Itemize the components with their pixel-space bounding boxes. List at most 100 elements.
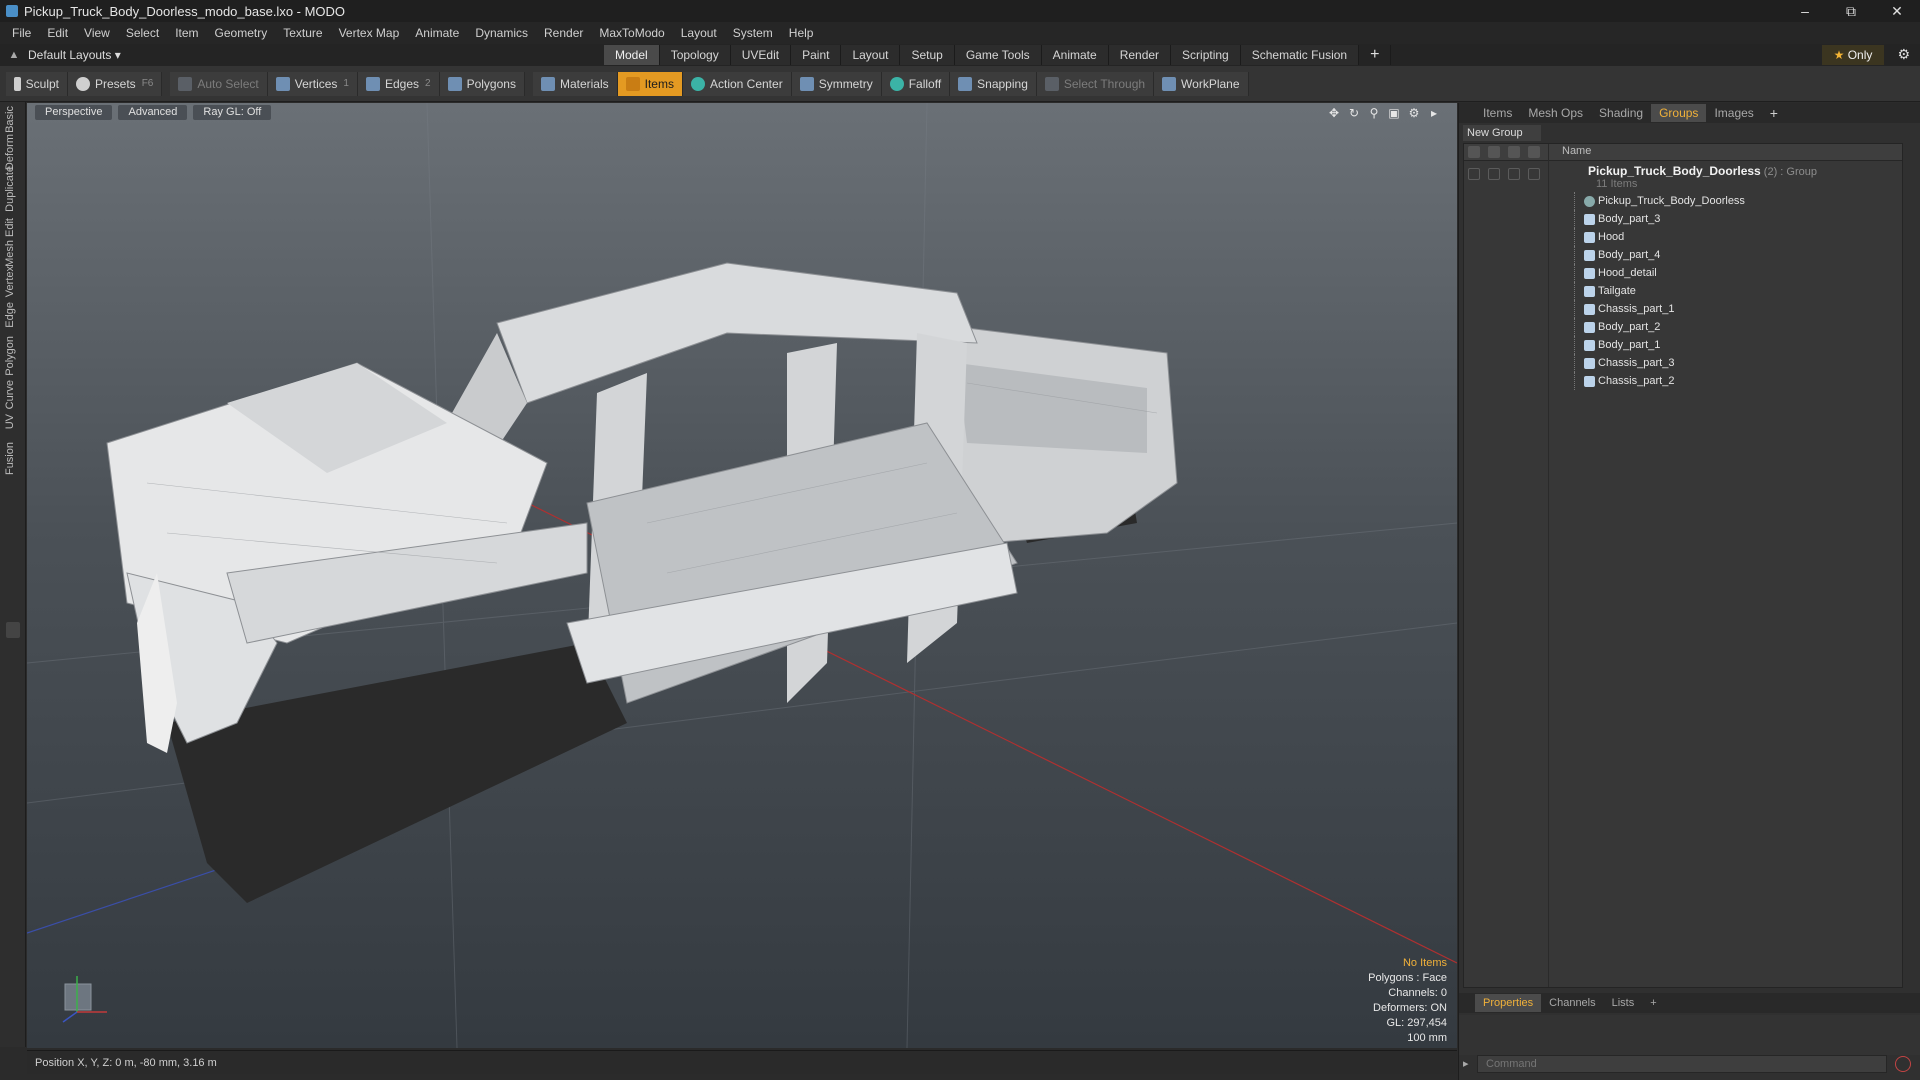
bottom-tab-channels[interactable]: Channels bbox=[1541, 994, 1603, 1012]
expand-arrow-icon[interactable]: ▸ bbox=[1427, 106, 1441, 120]
action-center-button[interactable]: Action Center bbox=[682, 71, 792, 96]
tree-item[interactable]: Chassis_part_3 bbox=[1464, 354, 1902, 372]
menu-texture[interactable]: Texture bbox=[275, 22, 330, 44]
perspective-menu[interactable]: Perspective bbox=[35, 105, 113, 120]
left-tab-vertex[interactable]: Vertex bbox=[4, 266, 22, 297]
panel-tab-groups[interactable]: Groups bbox=[1651, 104, 1707, 122]
select-through-button[interactable]: Select Through bbox=[1036, 71, 1155, 96]
layout-tab-model[interactable]: Model bbox=[604, 45, 660, 65]
add-layout-tab-button[interactable]: + bbox=[1359, 45, 1392, 65]
minimize-button[interactable]: – bbox=[1782, 0, 1828, 22]
layout-tab-topology[interactable]: Topology bbox=[659, 45, 731, 65]
layout-tab-layout[interactable]: Layout bbox=[841, 45, 901, 65]
palette-toggle-icon[interactable] bbox=[6, 622, 20, 638]
fit-icon[interactable]: ▣ bbox=[1387, 106, 1401, 120]
items-button[interactable]: Items bbox=[617, 71, 683, 96]
menu-edit[interactable]: Edit bbox=[39, 22, 76, 44]
tree-item[interactable]: Hood_detail bbox=[1464, 264, 1902, 282]
add-panel-tab-button[interactable]: + bbox=[1762, 104, 1786, 122]
menu-system[interactable]: System bbox=[725, 22, 781, 44]
name-column-header[interactable]: Name bbox=[1562, 145, 1591, 157]
tree-item[interactable]: Pickup_Truck_Body_Doorless bbox=[1464, 192, 1902, 210]
bottom-tab-properties[interactable]: Properties bbox=[1475, 994, 1542, 1012]
menu-geometry[interactable]: Geometry bbox=[207, 22, 276, 44]
close-button[interactable]: ✕ bbox=[1874, 0, 1920, 22]
vertices-button[interactable]: Vertices 1 bbox=[267, 71, 358, 96]
snapping-button[interactable]: Snapping bbox=[950, 71, 1037, 96]
left-tab-mesh-edit[interactable]: Mesh Edit bbox=[4, 218, 22, 267]
new-group-button[interactable]: New Group bbox=[1463, 125, 1541, 141]
group-render-icon[interactable] bbox=[1488, 168, 1500, 180]
left-tab-fusion[interactable]: Fusion bbox=[4, 442, 22, 475]
menu-view[interactable]: View bbox=[76, 22, 118, 44]
sculpt-button[interactable]: Sculpt bbox=[6, 71, 68, 96]
group-row[interactable]: Pickup_Truck_Body_Doorless (2) : Group 1… bbox=[1464, 162, 1902, 192]
layout-tab-uvedit[interactable]: UVEdit bbox=[730, 45, 792, 65]
command-input[interactable] bbox=[1477, 1055, 1887, 1073]
menu-file[interactable]: File bbox=[4, 22, 39, 44]
tree-item[interactable]: Body_part_2 bbox=[1464, 318, 1902, 336]
tree-item[interactable]: Body_part_1 bbox=[1464, 336, 1902, 354]
presets-button[interactable]: Presets F6 bbox=[68, 71, 163, 96]
layout-tab-scripting[interactable]: Scripting bbox=[1171, 45, 1241, 65]
left-tab-uv[interactable]: UV bbox=[4, 414, 22, 429]
menu-help[interactable]: Help bbox=[781, 22, 822, 44]
tree-item[interactable]: Body_part_4 bbox=[1464, 246, 1902, 264]
menu-maxtomodo[interactable]: MaxToModo bbox=[591, 22, 672, 44]
menu-animate[interactable]: Animate bbox=[407, 22, 467, 44]
panel-tab-mesh-ops[interactable]: Mesh Ops bbox=[1520, 104, 1591, 122]
only-button[interactable]: ★ Only bbox=[1822, 45, 1884, 65]
tree-item[interactable]: Chassis_part_2 bbox=[1464, 372, 1902, 390]
symmetry-button[interactable]: Symmetry bbox=[791, 71, 882, 96]
bottom-tab-lists[interactable]: Lists bbox=[1604, 994, 1643, 1012]
left-tab-duplicate[interactable]: Duplicate bbox=[4, 166, 22, 212]
render-column-icon[interactable] bbox=[1488, 146, 1500, 158]
menu-vertex-map[interactable]: Vertex Map bbox=[331, 22, 408, 44]
left-tab-edge[interactable]: Edge bbox=[4, 302, 22, 328]
zoom-icon[interactable]: ⚲ bbox=[1367, 106, 1381, 120]
raygl-menu[interactable]: Ray GL: Off bbox=[193, 105, 272, 120]
panel-tab-items[interactable]: Items bbox=[1475, 104, 1520, 122]
tree-item[interactable]: Chassis_part_1 bbox=[1464, 300, 1902, 318]
auto-select-button[interactable]: Auto Select bbox=[170, 71, 268, 96]
layout-tab-render[interactable]: Render bbox=[1108, 45, 1172, 65]
tree-item[interactable]: Tailgate bbox=[1464, 282, 1902, 300]
lock-column-icon[interactable] bbox=[1508, 146, 1520, 158]
menu-item[interactable]: Item bbox=[167, 22, 206, 44]
falloff-button[interactable]: Falloff bbox=[881, 71, 951, 96]
select-column-icon[interactable] bbox=[1528, 146, 1540, 158]
polygons-button[interactable]: Polygons bbox=[439, 71, 525, 96]
3d-viewport[interactable]: Perspective Advanced Ray GL: Off ✥ ↻ ⚲ ▣… bbox=[27, 103, 1457, 1048]
left-tab-basic[interactable]: Basic bbox=[4, 106, 22, 133]
layout-tab-paint[interactable]: Paint bbox=[791, 45, 842, 65]
tree-item[interactable]: Body_part_3 bbox=[1464, 210, 1902, 228]
left-tab-curve[interactable]: Curve bbox=[4, 380, 22, 409]
tree-item[interactable]: Hood bbox=[1464, 228, 1902, 246]
menu-render[interactable]: Render bbox=[536, 22, 591, 44]
advanced-menu[interactable]: Advanced bbox=[118, 105, 188, 120]
menu-dynamics[interactable]: Dynamics bbox=[467, 22, 536, 44]
materials-button[interactable]: Materials bbox=[532, 71, 618, 96]
workplane-button[interactable]: WorkPlane bbox=[1154, 71, 1249, 96]
viewport-settings-icon[interactable]: ⚙ bbox=[1407, 106, 1421, 120]
group-lock-icon[interactable] bbox=[1508, 168, 1520, 180]
panel-tab-shading[interactable]: Shading bbox=[1591, 104, 1651, 122]
layout-tab-animate[interactable]: Animate bbox=[1041, 45, 1109, 65]
visibility-column-icon[interactable] bbox=[1468, 146, 1480, 158]
group-select-icon[interactable] bbox=[1528, 168, 1540, 180]
left-tab-polygon[interactable]: Polygon bbox=[4, 336, 22, 376]
layout-tab-schematic-fusion[interactable]: Schematic Fusion bbox=[1240, 45, 1360, 65]
add-bottom-tab-button[interactable]: + bbox=[1642, 994, 1664, 1012]
panel-tab-images[interactable]: Images bbox=[1706, 104, 1761, 122]
gear-icon[interactable]: ⚙ bbox=[1897, 46, 1910, 63]
layout-menu-icon[interactable]: ▲ bbox=[0, 49, 28, 61]
command-expand-icon[interactable]: ▸ bbox=[1463, 1057, 1469, 1070]
command-clear-icon[interactable] bbox=[1895, 1056, 1911, 1072]
menu-select[interactable]: Select bbox=[118, 22, 167, 44]
layout-tab-game-tools[interactable]: Game Tools bbox=[954, 45, 1042, 65]
layout-tab-setup[interactable]: Setup bbox=[900, 45, 955, 65]
pan-icon[interactable]: ✥ bbox=[1327, 106, 1341, 120]
rotate-icon[interactable]: ↻ bbox=[1347, 106, 1361, 120]
group-visibility-icon[interactable] bbox=[1468, 168, 1480, 180]
restore-button[interactable]: ⧉ bbox=[1828, 0, 1874, 22]
